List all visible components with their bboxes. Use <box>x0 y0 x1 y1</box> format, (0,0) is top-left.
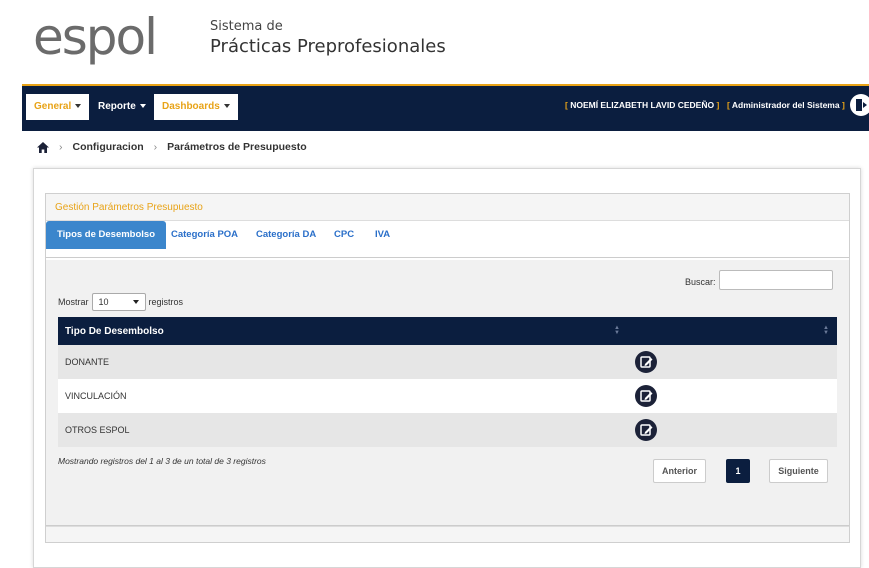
budget-panel: Gestión Parámetros Presupuesto Tipos de … <box>45 193 850 543</box>
app-header: espol Sistema de Prácticas Preprofesiona… <box>0 0 869 84</box>
edit-icon-glyph <box>640 424 653 436</box>
edit-icon[interactable] <box>635 385 657 407</box>
row-actions <box>628 345 837 379</box>
svg-text:espol: espol <box>33 8 156 66</box>
top-navbar: General Reporte Dashboards [ NOEMÍ ELIZA… <box>22 84 869 131</box>
row-actions <box>628 379 837 413</box>
page-1-button[interactable]: 1 <box>726 459 750 483</box>
prev-page-button[interactable]: Anterior <box>653 459 706 483</box>
tab-content: Buscar: Mostrar 10 registros Tipo De Des… <box>46 260 849 526</box>
tab-bar: Tipos de Desembolso Categoría POA Catego… <box>46 221 849 258</box>
main-card: Gestión Parámetros Presupuesto Tipos de … <box>33 168 861 568</box>
row-actions <box>628 413 837 447</box>
table-info: Mostrando registros del 1 al 3 de un tot… <box>58 456 266 466</box>
search-input[interactable] <box>719 270 833 290</box>
page-size-select[interactable]: 10 <box>91 293 146 311</box>
chevron-right-icon: › <box>153 141 158 153</box>
chevron-down-icon <box>139 104 146 109</box>
user-name-text: NOEMÍ ELIZABETH LAVID CEDEÑO <box>570 100 715 110</box>
next-page-button[interactable]: Siguiente <box>769 459 828 483</box>
breadcrumb-parametros: Parámetros de Presupuesto <box>167 141 307 153</box>
tab-tipos-desembolso[interactable]: Tipos de Desembolso <box>46 221 167 249</box>
system-title: Prácticas Preprofesionales <box>210 36 446 57</box>
tab-categoria-da[interactable]: Categoría DA <box>256 221 316 249</box>
edit-icon[interactable] <box>635 419 657 441</box>
table-row: VINCULACIÓN <box>58 379 837 413</box>
panel-footer <box>46 526 849 542</box>
user-role-text: Administrador del Sistema <box>731 100 840 110</box>
user-name[interactable]: [ NOEMÍ ELIZABETH LAVID CEDEÑO ] <box>565 100 719 110</box>
show-suffix: registros <box>148 297 184 307</box>
menu-dashboards[interactable]: Dashboards <box>154 94 238 120</box>
row-tipo: VINCULACIÓN <box>58 379 628 413</box>
breadcrumb: › Configuracion › Parámetros de Presupue… <box>37 141 307 153</box>
column-header-actions[interactable]: ▲ ▼ <box>628 317 837 345</box>
menu-reporte[interactable]: Reporte <box>90 94 154 120</box>
logout-icon[interactable] <box>850 94 869 116</box>
menu-general[interactable]: General <box>26 94 90 120</box>
sort-icon: ▲ ▼ <box>823 325 829 336</box>
column-header-label: Tipo De Desembolso <box>65 325 164 337</box>
edit-icon-glyph <box>640 356 653 368</box>
menu-general-label: General <box>34 101 72 112</box>
tab-cpc[interactable]: CPC <box>334 221 354 249</box>
menu-dashboards-label: Dashboards <box>162 101 220 112</box>
tab-categoria-poa[interactable]: Categoría POA <box>171 221 238 249</box>
menu-reporte-label: Reporte <box>98 101 136 112</box>
search-label: Buscar: <box>685 277 716 287</box>
chevron-down-icon <box>75 104 82 109</box>
table-row: DONANTE <box>58 345 837 379</box>
panel-title: Gestión Parámetros Presupuesto <box>46 194 849 221</box>
chevron-right-icon: › <box>59 141 63 153</box>
sort-icon: ▲ ▼ <box>614 325 620 336</box>
logout-icon-glyph <box>856 99 867 111</box>
column-header-tipo[interactable]: Tipo De Desembolso ▲ ▼ <box>58 317 628 345</box>
edit-icon[interactable] <box>635 351 657 373</box>
page-size-value: 10 <box>98 297 109 307</box>
row-tipo: DONANTE <box>58 345 628 379</box>
desembolso-table: Tipo De Desembolso ▲ ▼ ▲ ▼ DONANTE VINCU… <box>58 317 837 447</box>
system-subtitle: Sistema de <box>210 19 283 34</box>
breadcrumb-configuracion[interactable]: Configuracion <box>73 141 144 153</box>
edit-icon-glyph <box>640 390 653 402</box>
espol-logo: espol <box>33 8 158 66</box>
user-role[interactable]: [ Administrador del Sistema ] <box>727 100 845 110</box>
row-tipo: OTROS ESPOL <box>58 413 628 447</box>
chevron-down-icon <box>132 300 139 304</box>
home-icon[interactable] <box>37 141 49 153</box>
show-prefix: Mostrar <box>58 297 89 307</box>
page-size-control: Mostrar 10 registros <box>58 293 183 311</box>
tab-iva[interactable]: IVA <box>375 221 390 249</box>
table-row: OTROS ESPOL <box>58 413 837 447</box>
chevron-down-icon <box>223 104 230 109</box>
